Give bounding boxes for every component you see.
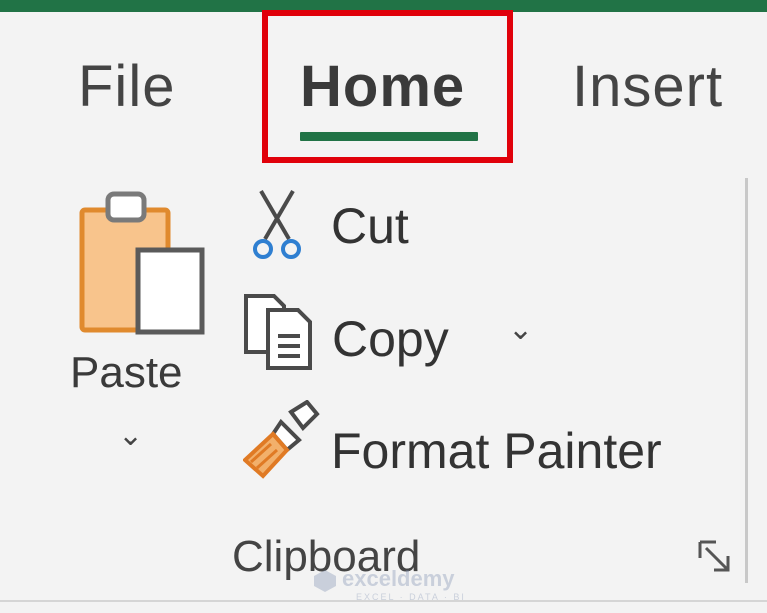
chevron-down-icon[interactable]: ⌄: [508, 312, 533, 347]
cut-label: Cut: [331, 198, 409, 254]
highlight-annotation: [262, 10, 513, 163]
format-painter-label: Format Painter: [331, 423, 662, 479]
paste-clipboard-icon: [79, 191, 205, 335]
dialog-launcher-icon[interactable]: [696, 538, 736, 578]
watermark-name: exceldemy: [342, 566, 455, 591]
paintbrush-icon: [243, 400, 320, 479]
logo-icon: [314, 570, 336, 592]
copy-button[interactable]: Copy ⌄: [240, 292, 560, 382]
watermark-tagline: EXCEL · DATA · BI: [356, 592, 466, 602]
tab-insert[interactable]: Insert: [572, 58, 723, 116]
chevron-down-icon[interactable]: ⌄: [118, 418, 143, 453]
paste-label: Paste: [70, 348, 183, 397]
cut-button[interactable]: Cut: [243, 185, 443, 275]
format-painter-button[interactable]: Format Painter: [243, 400, 703, 490]
scissors-icon: [253, 189, 301, 259]
copy-icon: [244, 294, 312, 370]
copy-label: Copy: [332, 311, 449, 367]
ribbon-group-divider: [745, 178, 748, 583]
tab-file[interactable]: File: [78, 58, 175, 116]
paste-button[interactable]: Paste ⌄: [60, 180, 220, 480]
